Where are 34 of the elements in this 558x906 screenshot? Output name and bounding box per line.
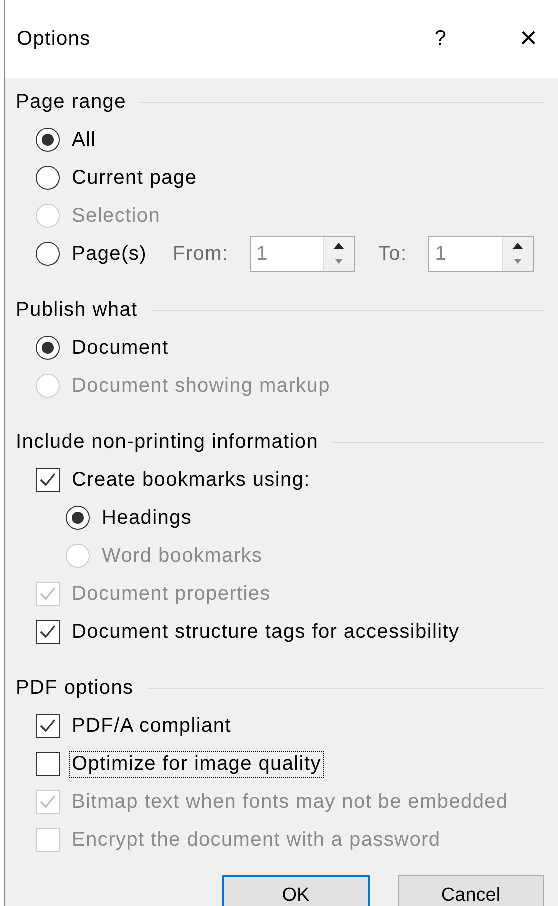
option-label[interactable]: Page(s) [69, 240, 150, 268]
option-label[interactable]: Document structure tags for accessibility [69, 618, 463, 646]
close-button[interactable]: × [504, 22, 554, 56]
section-heading: PDF options [16, 676, 134, 700]
radio-button[interactable] [36, 336, 60, 360]
radio-button[interactable] [36, 166, 60, 190]
option-label[interactable]: Create bookmarks using: [69, 466, 314, 494]
radio-button[interactable] [36, 242, 60, 266]
radio-button[interactable] [66, 506, 90, 530]
ok-button[interactable]: OK [222, 875, 370, 906]
option-label[interactable]: All [69, 126, 100, 154]
section-heading: Page range [16, 90, 126, 114]
checkbox[interactable] [36, 468, 60, 492]
radio-button[interactable] [36, 128, 60, 152]
window-title: Options [17, 28, 92, 50]
checkbox[interactable] [36, 714, 60, 738]
to-label: To: [378, 242, 408, 266]
checkmark-icon [39, 623, 57, 641]
from-label: From: [172, 242, 229, 266]
checkbox[interactable] [36, 620, 60, 644]
option-label[interactable]: Headings [99, 504, 196, 532]
checkmark-icon [39, 717, 57, 735]
checkbox[interactable] [36, 752, 60, 776]
option-label[interactable]: Document [69, 334, 172, 362]
checkmark-icon [39, 793, 57, 811]
checkmark-icon [39, 471, 57, 489]
section-heading: Include non-printing information [16, 430, 319, 454]
section-heading: Publish what [16, 298, 138, 322]
help-button[interactable]: ? [416, 27, 466, 51]
checkmark-icon [39, 585, 57, 603]
cancel-button[interactable]: Cancel [398, 875, 544, 906]
option-label[interactable]: Optimize for image quality [69, 750, 324, 778]
option-label[interactable]: Current page [69, 164, 200, 192]
option-label[interactable]: PDF/A compliant [69, 712, 234, 740]
